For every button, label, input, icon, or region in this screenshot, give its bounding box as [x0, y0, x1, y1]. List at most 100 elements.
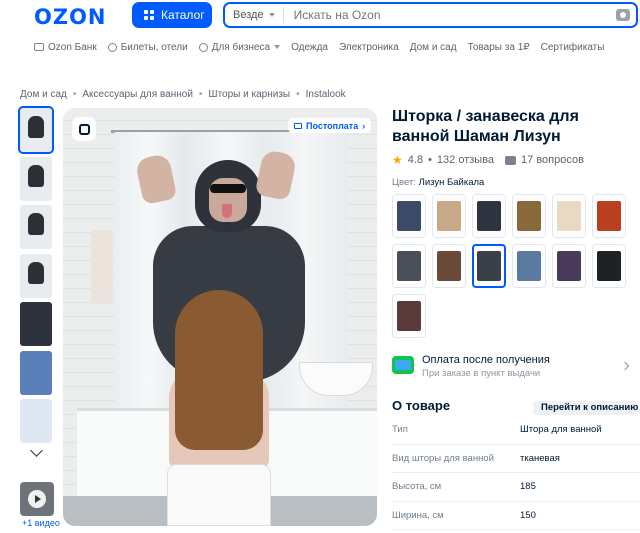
color-swatch[interactable]	[432, 244, 466, 288]
color-swatch[interactable]	[512, 244, 546, 288]
product-title: Шторка / занавеска для ванной Шаман Лизу…	[392, 108, 579, 145]
image-search-icon[interactable]	[72, 117, 96, 141]
color-swatch[interactable]	[512, 194, 546, 238]
video-count-label[interactable]: +1 видео	[22, 518, 60, 528]
color-swatch[interactable]	[392, 194, 426, 238]
ozon-logo[interactable]: OZON	[34, 5, 107, 29]
breadcrumb-item[interactable]: Аксессуары для ванной	[82, 89, 193, 100]
postpay-badge[interactable]: Постоплата ›	[288, 118, 372, 133]
nav-item-ozon-bank[interactable]: Ozon Банк	[34, 42, 97, 53]
breadcrumb-separator: •	[198, 89, 203, 100]
swatch-image	[517, 251, 541, 281]
swatch-image	[397, 201, 421, 231]
thumbnail-image[interactable]	[20, 156, 52, 201]
color-swatches	[392, 194, 632, 338]
swatch-image	[517, 201, 541, 231]
nav-item-business[interactable]: Для бизнеса	[198, 42, 281, 53]
rating-value[interactable]: 4.8	[408, 154, 423, 166]
swatch-image	[557, 201, 581, 231]
breadcrumb: Дом и сад • Аксессуары для ванной • Штор…	[20, 89, 346, 100]
color-swatch[interactable]	[472, 194, 506, 238]
spec-key: Тип	[392, 424, 408, 436]
search-scope-select[interactable]: Везде	[225, 7, 284, 23]
search-scope-label: Везде	[233, 9, 264, 21]
about-title: О товаре	[392, 398, 451, 413]
nav-item-clothes[interactable]: Одежда	[291, 42, 328, 53]
breadcrumb-item[interactable]: Instalook	[306, 89, 346, 100]
spec-key: Вид шторы для ванной	[392, 452, 494, 464]
nav-item-electronics[interactable]: Электроника	[339, 42, 399, 53]
spec-key: Высота, см	[392, 481, 442, 493]
nav-item-one-ruble[interactable]: Товары за 1₽	[468, 42, 530, 53]
product-main-image[interactable]: Постоплата ›	[63, 108, 377, 526]
video-thumbnail[interactable]	[20, 482, 54, 516]
swatch-image	[397, 251, 421, 281]
thumbnail-image[interactable]	[18, 106, 54, 154]
breadcrumb-separator: •	[296, 89, 300, 100]
catalog-button[interactable]: Каталог	[132, 2, 212, 28]
thumbnail-image[interactable]	[20, 399, 52, 443]
color-swatch[interactable]	[432, 194, 466, 238]
nav-item-tickets[interactable]: Билеты, отели	[107, 42, 188, 53]
camera-icon[interactable]	[616, 9, 630, 21]
payment-subtitle: При заказе в пункт выдачи	[422, 368, 541, 379]
chevron-down-icon	[274, 45, 281, 49]
swatch-image	[437, 251, 461, 281]
swatch-image	[597, 201, 621, 231]
thumbnails-scroll-down[interactable]	[20, 443, 52, 460]
color-label: Цвет:	[392, 177, 416, 188]
search-input[interactable]	[283, 8, 616, 22]
swatch-image	[597, 251, 621, 281]
spec-row: Высота, см 185	[392, 473, 640, 502]
breadcrumb-item[interactable]: Шторы и карнизы	[208, 89, 290, 100]
top-nav: Ozon Банк Билеты, отели Для бизнеса Одеж…	[34, 40, 604, 54]
thumbnail-image[interactable]	[20, 253, 52, 298]
search-bar: Везде	[223, 2, 638, 28]
color-swatch[interactable]	[552, 194, 586, 238]
play-icon	[28, 490, 46, 508]
color-swatch[interactable]	[552, 244, 586, 288]
nav-item-certificates[interactable]: Сертификаты	[541, 42, 605, 53]
wallet-icon	[294, 122, 302, 129]
color-swatch[interactable]	[592, 194, 626, 238]
color-swatch[interactable]	[392, 294, 426, 338]
thumbnail-image[interactable]	[20, 302, 52, 346]
thumbnail-image[interactable]	[20, 205, 52, 249]
spec-row: Ширина, см 150	[392, 502, 640, 530]
spec-key: Ширина, см	[392, 509, 444, 521]
color-swatch[interactable]	[472, 244, 506, 288]
rating-row: ★ 4.8 • 132 отзыва 17 вопросов	[392, 153, 584, 167]
spec-value: 185	[520, 481, 536, 493]
color-swatch[interactable]	[592, 244, 626, 288]
star-icon: ★	[392, 153, 403, 167]
color-row: Цвет: Лизун Байкала	[392, 177, 484, 188]
spec-value[interactable]: Штора для ванной	[520, 424, 602, 435]
grid-icon	[144, 10, 154, 20]
business-icon	[198, 42, 208, 52]
breadcrumb-separator: •	[72, 89, 77, 100]
payment-title: Оплата после получения	[422, 354, 550, 366]
questions-icon	[505, 155, 517, 165]
postpay-info[interactable]: Оплата после получения При заказе в пунк…	[392, 354, 632, 384]
chevron-right-icon	[620, 361, 630, 371]
swatch-image	[477, 251, 501, 281]
go-to-description-link[interactable]: Перейти к описанию	[533, 401, 638, 415]
spec-row: Тип Штора для ванной	[392, 416, 640, 445]
swatch-image	[397, 301, 421, 331]
spec-list: Тип Штора для ванной Вид шторы для ванно…	[392, 416, 640, 530]
spec-value: 150	[520, 509, 536, 521]
reviews-link[interactable]: 132 отзыва	[437, 154, 494, 166]
questions-link[interactable]: 17 вопросов	[521, 154, 584, 166]
chevron-down-icon	[29, 443, 43, 457]
breadcrumb-item[interactable]: Дом и сад	[20, 89, 67, 100]
spec-value[interactable]: тканевая	[520, 453, 560, 464]
spec-row: Вид шторы для ванной тканевая	[392, 445, 640, 473]
payment-icon	[392, 356, 414, 374]
color-swatch[interactable]	[392, 244, 426, 288]
thumbnail-image[interactable]	[20, 350, 52, 395]
swatch-image	[557, 251, 581, 281]
chevron-down-icon	[268, 13, 275, 17]
header: OZON Каталог Везде	[0, 0, 640, 32]
nav-item-home-garden[interactable]: Дом и сад	[410, 42, 457, 53]
bank-card-icon	[34, 43, 44, 51]
